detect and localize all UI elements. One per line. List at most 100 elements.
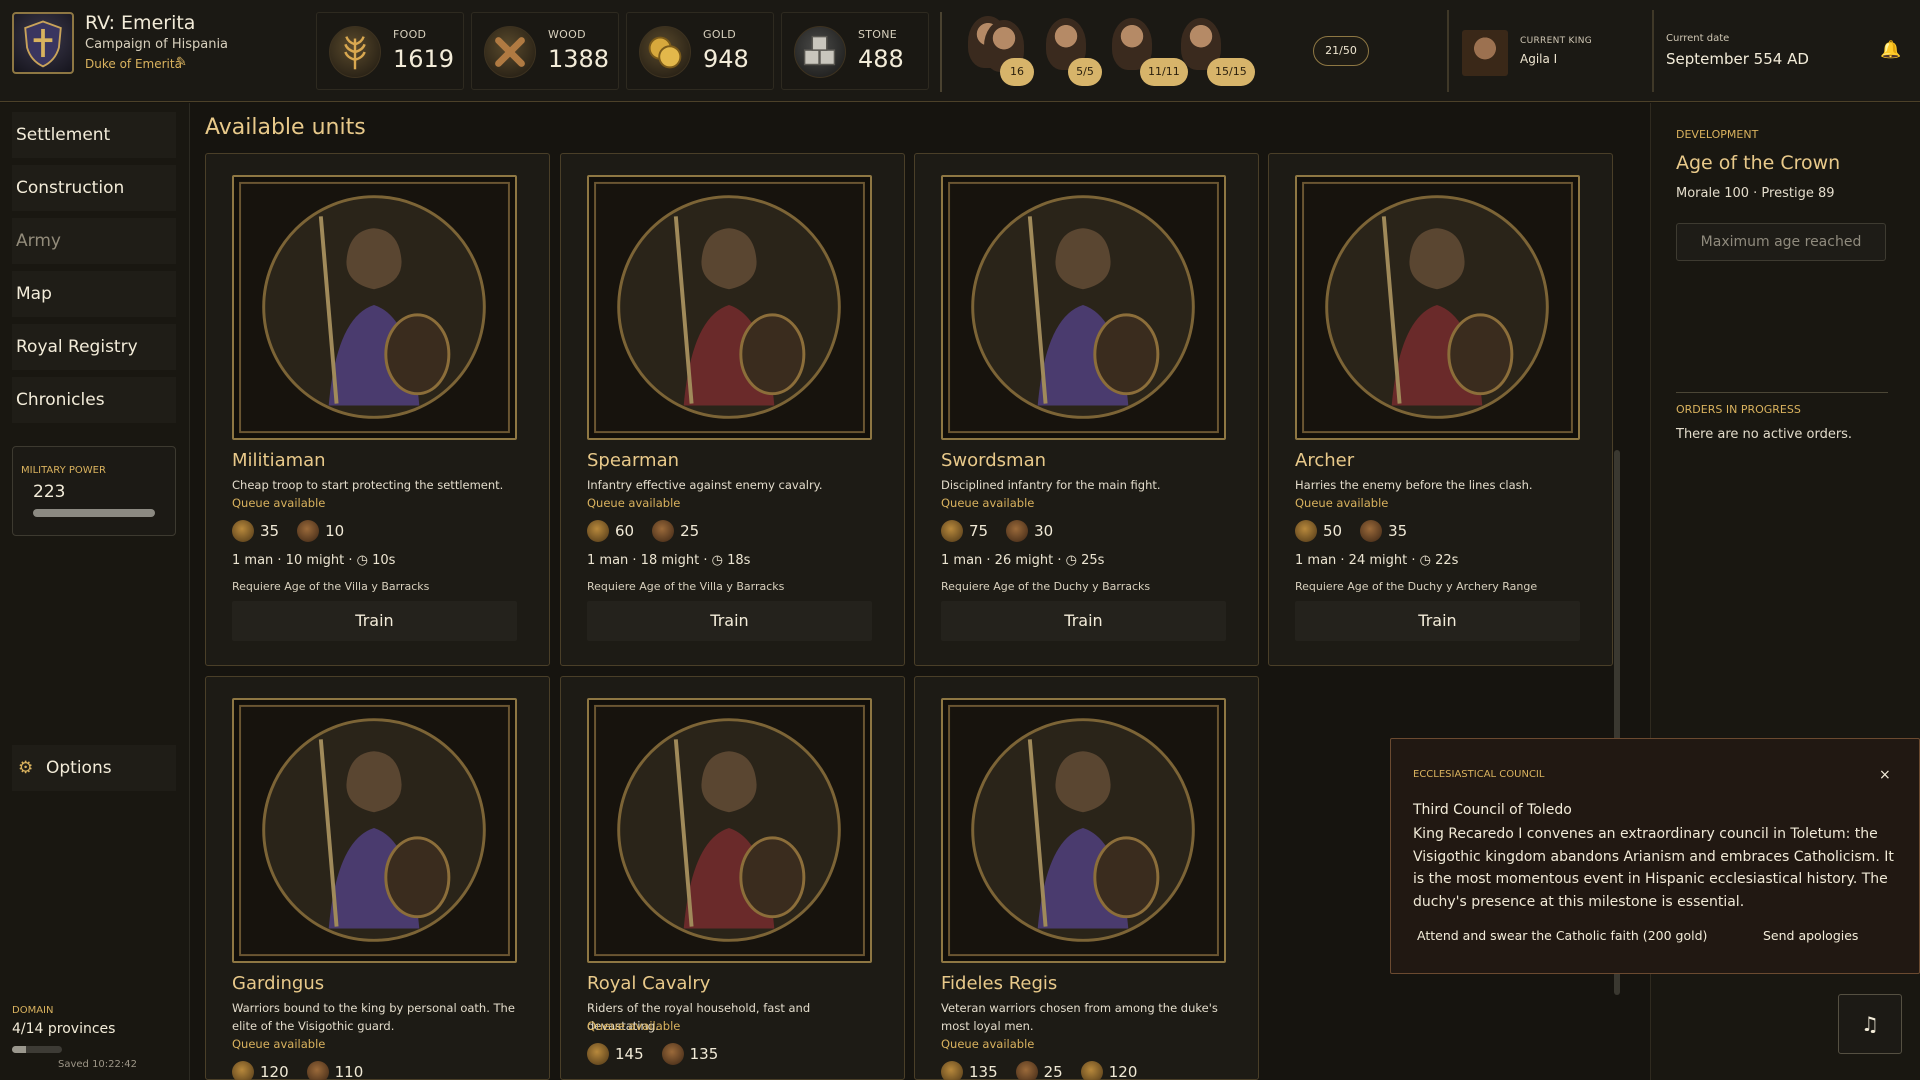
divider: [1676, 392, 1888, 393]
sidebar-item-map[interactable]: Map: [12, 271, 176, 317]
unit-name: Archer: [1295, 450, 1355, 471]
cost-value: 60: [615, 522, 635, 540]
train-button[interactable]: Train: [232, 601, 517, 641]
unit-stats: 1 man · 24 might · ◷ 22s: [1295, 553, 1459, 568]
military-power-bar-fill: [33, 509, 155, 517]
train-button[interactable]: Train: [1295, 601, 1580, 641]
unit-card[interactable]: Swordsman Disciplined infantry for the m…: [914, 153, 1259, 666]
current-date-value: September 554 AD: [1666, 50, 1809, 68]
resource-food: FOOD 1619: [316, 12, 464, 90]
unit-requirement: Requiere Age of the Villa y Barracks: [232, 580, 430, 593]
unit-portrait[interactable]: [232, 698, 517, 963]
unit-portrait-art: [239, 181, 510, 434]
attend-council-button[interactable]: Attend and swear the Catholic faith (200…: [1413, 919, 1711, 953]
shield-crest-icon[interactable]: [12, 12, 74, 74]
queue-status: Queue available: [587, 1019, 681, 1033]
cost-value: 25: [680, 522, 700, 540]
unit-description: Infantry effective against enemy cavalry…: [587, 478, 823, 492]
current-date-label: Current date: [1666, 33, 1730, 44]
unit-portrait[interactable]: [1295, 175, 1580, 440]
logs-icon: [1015, 1061, 1038, 1080]
logs-icon: [1360, 520, 1383, 542]
sidebar-item-construction[interactable]: Construction: [12, 165, 176, 211]
orders-label: ORDERS IN PROGRESS: [1676, 403, 1801, 416]
unit-name: Spearman: [587, 450, 680, 471]
unit-requirement: Requiere Age of the Duchy y Barracks: [941, 580, 1151, 593]
cost-value: 35: [1388, 522, 1408, 540]
cost-value: 120: [1108, 1063, 1138, 1080]
sidebar-item-chronicles[interactable]: Chronicles: [12, 377, 176, 423]
queue-status: Queue available: [1295, 496, 1389, 510]
unit-costs: 145 135: [587, 1043, 736, 1069]
council-notification: ECCLESIASTICAL COUNCIL × Third Council o…: [1390, 738, 1920, 974]
resource-gold: GOLD 948: [626, 12, 774, 90]
unit-portrait-art: [1302, 181, 1573, 434]
page-title: Available units: [205, 115, 366, 140]
options-button[interactable]: ⚙ Options: [12, 745, 176, 791]
sidebar-item-settlement[interactable]: Settlement: [12, 112, 176, 158]
unit-portrait[interactable]: [232, 175, 517, 440]
unit-card[interactable]: Gardingus Warriors bound to the king by …: [205, 676, 550, 1080]
wheat-icon: [587, 520, 609, 542]
cost-value: 25: [1043, 1063, 1063, 1080]
train-button[interactable]: Train: [941, 601, 1226, 641]
max-age-button[interactable]: Maximum age reached: [1676, 223, 1886, 261]
unit-card[interactable]: Militiaman Cheap troop to start protecti…: [205, 153, 550, 666]
send-apologies-button[interactable]: Send apologies: [1759, 919, 1862, 953]
population-group[interactable]: 16: [966, 16, 1034, 88]
music-note-icon[interactable]: ♫: [1838, 994, 1902, 1054]
unit-portrait-art: [594, 704, 865, 957]
wheat-icon: [1080, 1061, 1103, 1080]
unit-portrait-art: [948, 704, 1219, 957]
unit-description: Disciplined infantry for the main fight.: [941, 478, 1161, 492]
unit-portrait[interactable]: [941, 698, 1226, 963]
population-group[interactable]: 11/11: [1106, 16, 1188, 88]
unit-costs: 50 35: [1295, 520, 1425, 546]
unit-card[interactable]: Royal Cavalry Riders of the royal househ…: [560, 676, 905, 1080]
unit-costs: 120 110: [232, 1061, 381, 1080]
unit-description: Harries the enemy before the lines clash…: [1295, 478, 1533, 492]
unit-card[interactable]: Spearman Infantry effective against enem…: [560, 153, 905, 666]
sidebar-item-army[interactable]: Army: [12, 218, 176, 264]
train-button[interactable]: Train: [587, 601, 872, 641]
unit-costs: 75 30: [941, 520, 1071, 546]
unit-description: Cheap troop to start protecting the sett…: [232, 478, 504, 492]
unit-card[interactable]: Archer Harries the enemy before the line…: [1268, 153, 1613, 666]
unit-portrait-art: [239, 704, 510, 957]
resource-value: 948: [703, 45, 749, 73]
campaign-title: RV: Emerita: [85, 12, 196, 34]
council-label: ECCLESIASTICAL COUNCIL: [1413, 769, 1545, 780]
unit-portrait[interactable]: [587, 175, 872, 440]
queue-status: Queue available: [232, 496, 326, 510]
resource-stone: STONE 488: [781, 12, 929, 90]
current-king-name: Agila I: [1520, 52, 1558, 66]
bell-icon[interactable]: 🔔: [1880, 40, 1901, 60]
unit-portrait[interactable]: [587, 698, 872, 963]
unit-portrait-art: [594, 181, 865, 434]
unit-card[interactable]: Fideles Regis Veteran warriors chosen fr…: [914, 676, 1259, 1080]
edit-icon[interactable]: ✎: [176, 55, 187, 70]
council-body: King Recaredo I convenes an extraordinar…: [1413, 826, 1894, 910]
population-group[interactable]: 15/15: [1177, 16, 1257, 88]
wheat-icon: [232, 1061, 254, 1080]
unit-costs: 35 10: [232, 520, 362, 546]
logs-icon: [1006, 520, 1029, 542]
divider: [940, 12, 942, 92]
sidebar-item-royal-registry[interactable]: Royal Registry: [12, 324, 176, 370]
unit-portrait-art: [948, 181, 1219, 434]
logs-icon: [306, 1061, 329, 1080]
resource-label: FOOD: [393, 28, 427, 41]
development-stats: Morale 100 · Prestige 89: [1676, 186, 1835, 201]
king-portrait-icon[interactable]: [1462, 30, 1508, 76]
unit-requirement: Requiere Age of the Villa y Barracks: [587, 580, 785, 593]
unit-stats: 1 man · 10 might · ◷ 10s: [232, 553, 396, 568]
population-group[interactable]: 5/5: [1040, 16, 1105, 88]
divider: [1447, 10, 1449, 92]
close-icon[interactable]: ×: [1879, 767, 1891, 783]
unit-portrait[interactable]: [941, 175, 1226, 440]
population-badge: 15/15: [1207, 58, 1255, 86]
unit-stats: 1 man · 26 might · ◷ 25s: [941, 553, 1105, 568]
wheat-icon: [941, 1061, 963, 1080]
saved-timestamp: Saved 10:22:42: [58, 1059, 137, 1070]
resource-label: WOOD: [548, 28, 586, 41]
